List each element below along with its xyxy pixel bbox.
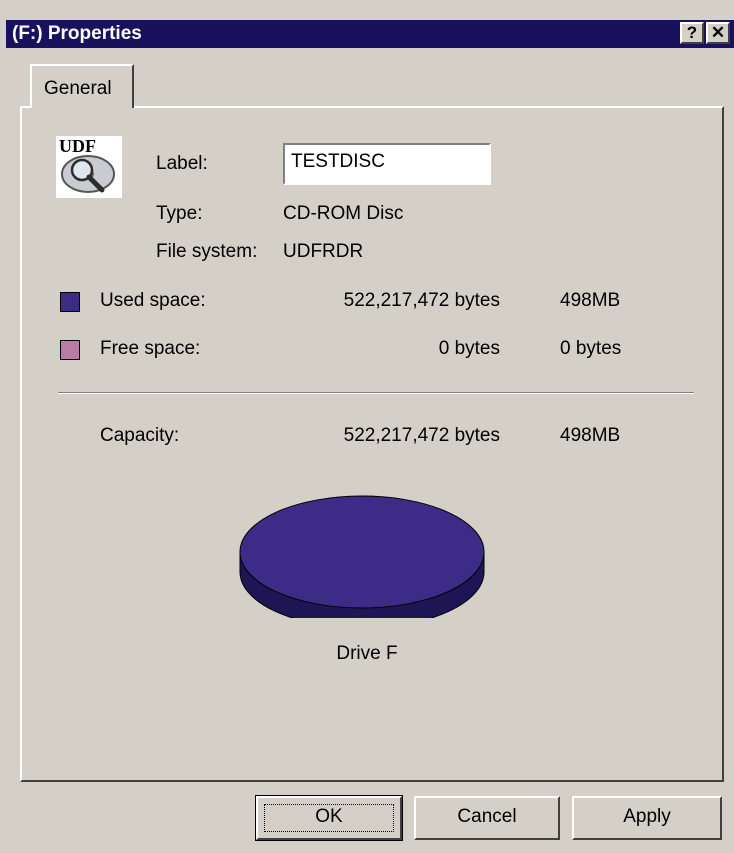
drive-pie-chart	[239, 495, 485, 618]
pie-slice-used	[239, 495, 485, 609]
free-space-caption: Free space:	[100, 338, 201, 359]
title-bar[interactable]: (F:) Properties ? ✕	[6, 20, 734, 48]
capacity-short: 498MB	[560, 425, 621, 446]
free-space-short: 0 bytes	[560, 338, 622, 359]
cancel-button-label: Cancel	[457, 806, 517, 827]
tab-general-label: General	[44, 78, 112, 99]
tab-general[interactable]: General	[30, 64, 134, 108]
file-system-caption: File system:	[156, 241, 258, 262]
used-space-bytes: 522,217,472 bytes	[343, 290, 500, 311]
udf-drive-icon: UDF	[56, 136, 122, 198]
cancel-button[interactable]: Cancel	[414, 796, 560, 840]
properties-dialog: (F:) Properties ? ✕ General UDF Label: T…	[0, 0, 734, 853]
used-space-short: 498MB	[560, 290, 621, 311]
close-button[interactable]: ✕	[706, 22, 730, 44]
label-caption: Label:	[156, 153, 208, 174]
free-space-swatch	[60, 340, 80, 360]
used-space-swatch	[60, 292, 80, 312]
capacity-caption: Capacity:	[100, 425, 180, 446]
chart-title: Drive F	[336, 643, 398, 664]
apply-button[interactable]: Apply	[572, 796, 722, 840]
separator-highlight	[58, 393, 694, 394]
type-value: CD-ROM Disc	[283, 203, 404, 224]
volume-label-value: TESTDISC	[291, 151, 385, 172]
capacity-bytes: 522,217,472 bytes	[343, 425, 500, 446]
ok-button-label: OK	[315, 806, 343, 827]
window-title: (F:) Properties	[12, 23, 142, 44]
free-space-bytes: 0 bytes	[438, 338, 500, 359]
ok-button[interactable]: OK	[255, 795, 403, 841]
used-space-caption: Used space:	[100, 290, 206, 311]
help-button[interactable]: ?	[680, 22, 704, 44]
volume-label-input[interactable]: TESTDISC	[283, 143, 491, 185]
apply-button-label: Apply	[623, 806, 671, 827]
udf-logo-text: UDF	[59, 136, 96, 156]
type-caption: Type:	[156, 203, 203, 224]
file-system-value: UDFRDR	[283, 241, 364, 262]
